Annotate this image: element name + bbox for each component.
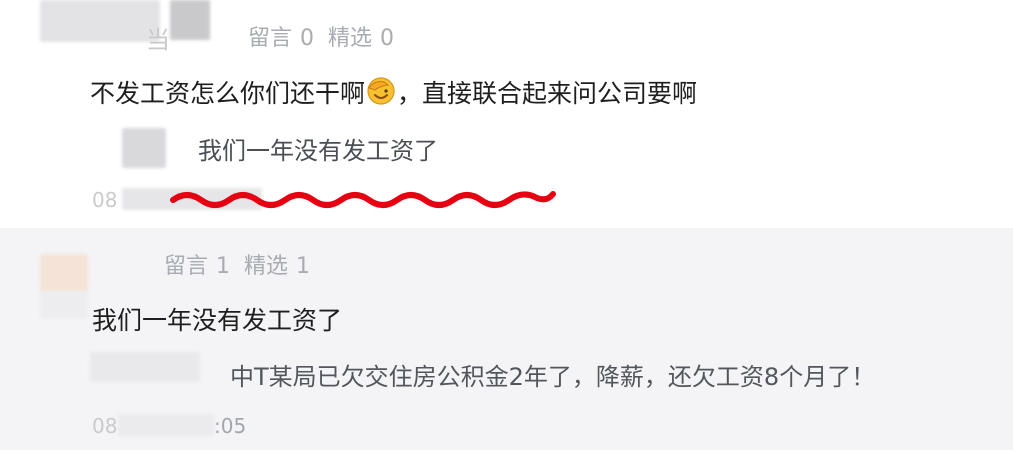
featured-count: 1 xyxy=(296,254,311,279)
comments-label: 留言 xyxy=(164,254,209,279)
comments-count: 0 xyxy=(300,26,315,51)
comments-count: 1 xyxy=(216,254,231,279)
featured-count: 0 xyxy=(380,26,395,51)
username: 当 xyxy=(146,26,170,54)
comments-label: 留言 xyxy=(248,26,293,51)
username-mask xyxy=(170,0,210,40)
red-wavy-underline xyxy=(170,191,556,208)
comment-card: 当 留言 0 精选 0 不发工资怎么你们还干啊 ，直接联合起来问公司要啊 我们一年没有发… xyxy=(0,0,1013,228)
comment-text: 不发工资怎么你们还干啊 ，直接联合起来问公司要啊 xyxy=(90,74,697,112)
comment-stats: 留言 1 精选 1 xyxy=(164,248,318,280)
comment-stats: 留言 0 精选 0 xyxy=(248,20,402,52)
featured-label: 精选 xyxy=(244,254,289,279)
facepalm-emoji-icon xyxy=(366,76,396,112)
featured-label: 精选 xyxy=(328,26,373,51)
comment-text-part: 不发工资怎么你们还干啊 xyxy=(90,79,366,108)
avatar-placeholder-lower xyxy=(40,292,88,318)
reply-text: 我们一年没有发工资了 xyxy=(198,137,438,165)
timestamp-mask xyxy=(118,414,214,436)
comment-text: 我们一年没有发工资了 xyxy=(92,306,343,335)
reply-text: 中T某局已欠交住房公积金2年了，降薪，还欠工资8个月了！ xyxy=(230,363,876,391)
avatar-placeholder xyxy=(40,0,160,42)
timestamp-start: 08 xyxy=(92,414,118,438)
reply-avatar-placeholder xyxy=(122,128,166,168)
avatar-placeholder xyxy=(40,254,88,292)
timestamp-end: :05 xyxy=(214,414,247,438)
comment-card: 留言 1 精选 1 我们一年没有发工资了 中T某局已欠交住房公积金2年了，降薪，还欠工… xyxy=(0,228,1013,450)
reply-avatar-placeholder xyxy=(90,352,200,382)
timestamp: 08 xyxy=(92,188,118,212)
comment-text-part: ，直接联合起来问公司要啊 xyxy=(397,79,698,108)
